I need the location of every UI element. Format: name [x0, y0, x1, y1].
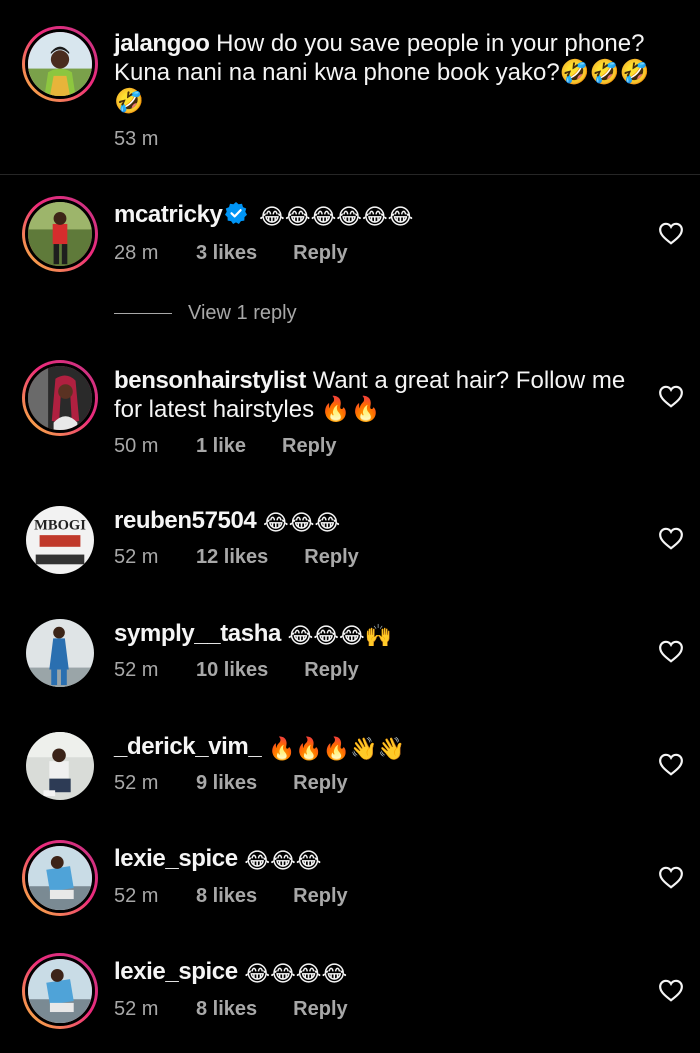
comment-username[interactable]: mcatricky: [114, 201, 223, 228]
avatar-logo-text: MBOGI: [34, 517, 86, 533]
comment-username[interactable]: symply__tasha: [114, 620, 281, 647]
post-caption: jalangoo How do you save people in your …: [0, 0, 700, 174]
reply-button[interactable]: Reply: [293, 998, 347, 1021]
view-replies-button[interactable]: View 1 reply: [114, 302, 297, 325]
caption-username[interactable]: jalangoo: [114, 30, 210, 57]
avatar[interactable]: [26, 732, 94, 800]
comment-username[interactable]: lexie_spice: [114, 958, 238, 985]
reply-button[interactable]: Reply: [282, 435, 336, 458]
comment-text: 😂😂😂: [244, 848, 322, 873]
likes-count[interactable]: 9 likes: [196, 772, 257, 795]
reply-button[interactable]: Reply: [304, 659, 358, 682]
comment-timestamp: 52 m: [114, 885, 159, 907]
comment-username[interactable]: bensonhairstylist: [114, 367, 306, 394]
avatar-photo: MBOGI: [26, 506, 94, 574]
comment-text: 😂😂😂😂😂😂: [259, 204, 414, 229]
likes-count[interactable]: 8 likes: [196, 998, 257, 1021]
heart-outline-icon[interactable]: [658, 526, 684, 550]
divider: [0, 174, 700, 175]
heart-outline-icon[interactable]: [658, 865, 684, 889]
avatar[interactable]: [26, 619, 94, 687]
comment-username[interactable]: lexie_spice: [114, 845, 238, 872]
comment-timestamp: 28 m: [114, 242, 159, 264]
avatar-photo: [28, 846, 92, 910]
comment-timestamp: 52 m: [114, 546, 159, 568]
likes-count[interactable]: 8 likes: [196, 885, 257, 908]
comment-timestamp: 52 m: [114, 659, 159, 681]
heart-outline-icon[interactable]: [658, 978, 684, 1002]
comment-text: 😂😂😂😂: [244, 961, 348, 986]
likes-count[interactable]: 1 like: [196, 435, 246, 458]
comment-text: 🔥🔥🔥👋👋: [267, 736, 405, 761]
comments-screen: jalangoo How do you save people in your …: [0, 0, 700, 1053]
avatar-photo: [28, 959, 92, 1023]
view-replies-label: View 1 reply: [188, 302, 297, 324]
avatar[interactable]: [22, 26, 98, 102]
heart-outline-icon[interactable]: [658, 384, 684, 408]
reply-button[interactable]: Reply: [293, 885, 347, 908]
avatar-photo: [28, 32, 92, 96]
likes-count[interactable]: 3 likes: [196, 242, 257, 265]
reply-button[interactable]: Reply: [293, 242, 347, 265]
avatar[interactable]: [22, 840, 98, 916]
verified-badge-icon: [225, 202, 248, 224]
likes-count[interactable]: 12 likes: [196, 546, 268, 569]
avatar[interactable]: [22, 196, 98, 272]
reply-button[interactable]: Reply: [304, 546, 358, 569]
comment-username[interactable]: reuben57504: [114, 507, 257, 534]
comment-text: 😂😂😂: [263, 510, 341, 535]
comment-timestamp: 52 m: [114, 772, 159, 794]
avatar-photo: [28, 202, 92, 266]
caption-timestamp: 53 m: [114, 128, 159, 150]
comment-timestamp: 50 m: [114, 435, 159, 457]
avatar-photo: [26, 732, 94, 800]
avatar-photo: [26, 619, 94, 687]
comment-username[interactable]: _derick_vim_: [114, 733, 262, 760]
avatar[interactable]: [22, 953, 98, 1029]
reply-button[interactable]: Reply: [293, 772, 347, 795]
avatar[interactable]: [22, 360, 98, 436]
heart-outline-icon[interactable]: [658, 752, 684, 776]
replies-line: [114, 313, 172, 314]
avatar[interactable]: MBOGI: [26, 506, 94, 574]
heart-outline-icon[interactable]: [658, 221, 684, 245]
comment-timestamp: 52 m: [114, 998, 159, 1020]
likes-count[interactable]: 10 likes: [196, 659, 268, 682]
heart-outline-icon[interactable]: [658, 639, 684, 663]
avatar-photo: [28, 366, 92, 430]
comment-text: 😂😂😂🙌: [287, 623, 393, 648]
